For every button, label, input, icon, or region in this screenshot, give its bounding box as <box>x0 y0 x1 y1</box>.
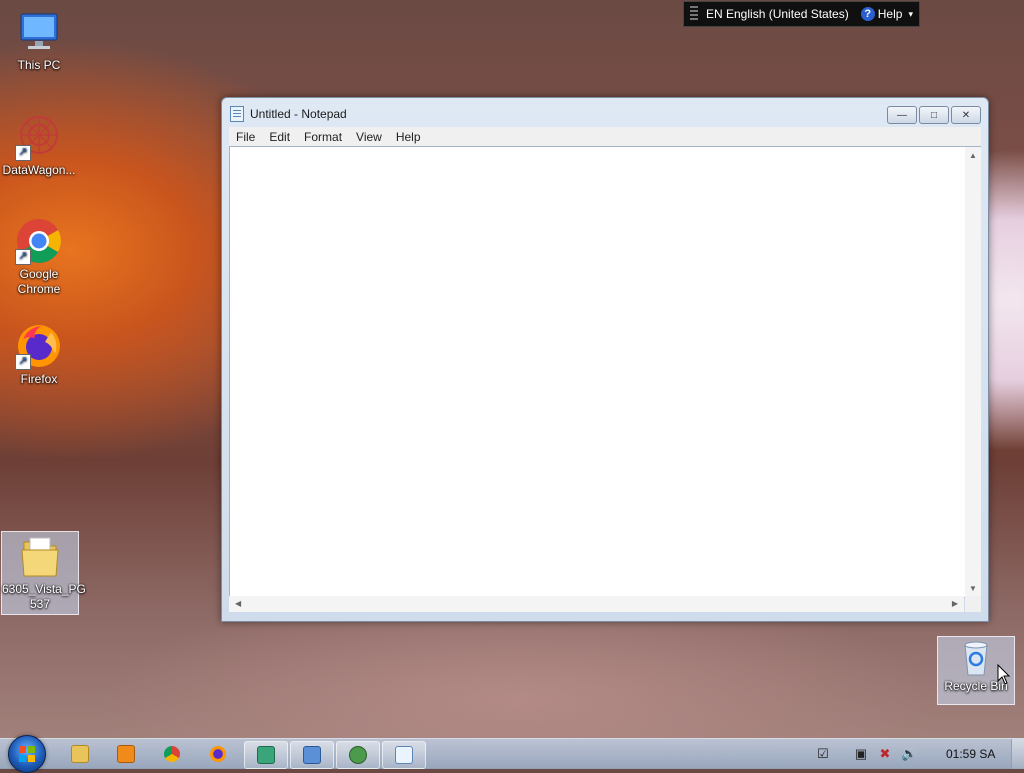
folder-icon <box>16 532 64 580</box>
notepad-window[interactable]: Untitled - Notepad — □ ✕ File Edit Forma… <box>221 97 989 622</box>
notepad-icon <box>230 106 244 122</box>
menu-help[interactable]: Help <box>389 130 428 144</box>
menu-view[interactable]: View <box>349 130 389 144</box>
desktop-icon-label: This PC <box>17 58 61 72</box>
resize-grip-icon[interactable] <box>965 596 981 612</box>
scroll-right-icon[interactable]: ▶ <box>952 599 958 608</box>
title-bar[interactable]: Untitled - Notepad <box>230 106 347 122</box>
recycle-bin-icon <box>952 637 1000 677</box>
system-tray: ☑ ▣ ✖ 🔊 <box>815 739 917 769</box>
firefox-icon: ↗ <box>15 322 63 370</box>
langbar-options-icon[interactable]: ▾ <box>908 9 913 20</box>
close-button[interactable]: ✕ <box>951 106 981 124</box>
firefox-icon <box>210 746 226 762</box>
taskbar-app-3[interactable] <box>336 741 380 769</box>
chrome-icon <box>164 746 180 762</box>
folder-icon <box>71 745 89 763</box>
menu-file[interactable]: File <box>229 130 262 144</box>
start-button[interactable] <box>8 735 46 773</box>
maximize-button[interactable]: □ <box>919 106 949 124</box>
desktop-icon-label: DataWagon... <box>2 163 76 177</box>
menu-format[interactable]: Format <box>297 130 349 144</box>
language-bar[interactable]: EN English (United States) ? Help ▾ <box>683 1 920 27</box>
remote-desktop-icon <box>303 746 321 764</box>
taskbar-app-2[interactable] <box>290 741 334 769</box>
vertical-scrollbar[interactable]: ▲ ▼ <box>965 146 981 597</box>
horizontal-scrollbar[interactable]: ◀ ▶ <box>229 596 964 612</box>
network-error-icon[interactable]: ✖ <box>877 747 893 761</box>
datawagon-icon: ↗ <box>15 113 63 161</box>
shortcut-arrow-icon: ↗ <box>15 354 31 370</box>
help-label[interactable]: Help <box>878 7 903 21</box>
show-desktop-button[interactable] <box>1011 739 1024 769</box>
scroll-down-icon[interactable]: ▼ <box>969 584 977 593</box>
menu-bar: File Edit Format View Help <box>229 127 981 146</box>
mouse-cursor-icon <box>997 663 1011 689</box>
taskbar-file-explorer[interactable] <box>59 741 101 767</box>
media-player-icon <box>117 745 135 763</box>
menu-edit[interactable]: Edit <box>262 130 297 144</box>
action-center-icon[interactable]: ☑ <box>815 747 831 761</box>
minimize-button[interactable]: — <box>887 106 917 124</box>
input-language[interactable]: EN English (United States) <box>706 7 849 21</box>
desktop-icon-google-chrome[interactable]: ↗ Google Chrome <box>1 217 77 297</box>
desktop-icon-folder[interactable]: 6305_Vista_PG 537 <box>1 531 86 615</box>
desktop-icon-firefox[interactable]: ↗ Firefox <box>1 322 77 387</box>
clock[interactable]: 01:59 SA <box>946 739 995 769</box>
taskbar-chrome[interactable] <box>151 741 193 767</box>
window-title: Untitled - Notepad <box>250 107 347 121</box>
text-editor-area[interactable] <box>229 146 966 598</box>
taskbar-firefox[interactable] <box>197 741 239 767</box>
desktop-icon-datawagon[interactable]: ↗ DataWagon... <box>1 113 77 178</box>
desktop-icon-label: 6305_Vista_PG 537 <box>2 582 86 611</box>
network-icon[interactable]: ▣ <box>853 747 869 761</box>
desktop-icon-this-pc[interactable]: This PC <box>1 8 77 73</box>
desktop-icon-label: Google Chrome <box>17 267 61 296</box>
shortcut-arrow-icon: ↗ <box>15 249 31 265</box>
shortcut-arrow-icon: ↗ <box>15 145 31 161</box>
notepad-icon <box>395 746 413 764</box>
network-app-icon <box>257 746 275 764</box>
gear-icon <box>349 746 367 764</box>
computer-icon <box>15 8 63 56</box>
taskbar: ☑ ▣ ✖ 🔊 01:59 SA <box>0 735 1024 773</box>
taskbar-app-1[interactable] <box>244 741 288 769</box>
taskbar-notepad[interactable] <box>382 741 426 769</box>
taskbar-media-player[interactable] <box>105 741 147 767</box>
drag-grip-icon[interactable] <box>690 6 698 22</box>
help-icon[interactable]: ? <box>860 7 875 21</box>
scroll-left-icon[interactable]: ◀ <box>235 599 241 608</box>
window-controls: — □ ✕ <box>887 106 981 124</box>
desktop-icon-label: Firefox <box>20 372 58 386</box>
chrome-icon: ↗ <box>15 217 63 265</box>
scroll-up-icon[interactable]: ▲ <box>969 151 977 160</box>
volume-icon[interactable]: 🔊 <box>901 747 917 761</box>
